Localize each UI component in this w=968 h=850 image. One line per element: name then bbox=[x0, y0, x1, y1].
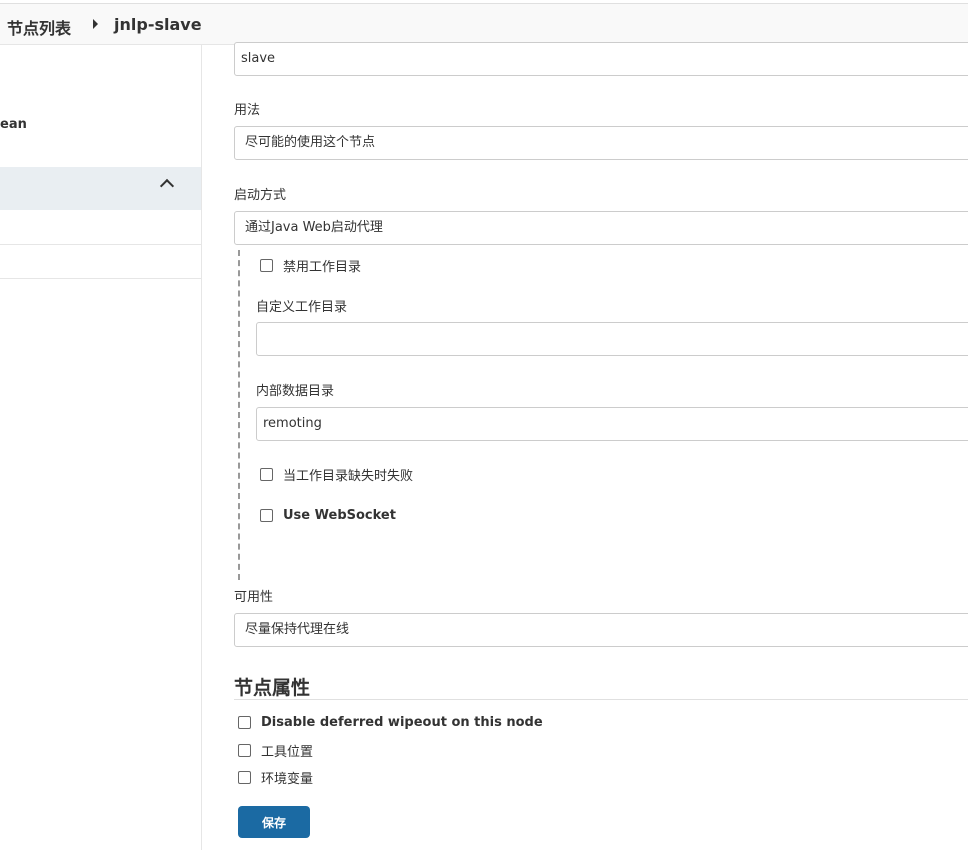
usage-select[interactable]: 尽可能的使用这个节点 bbox=[234, 126, 968, 160]
disable-workdir-option[interactable]: 禁用工作目录 bbox=[260, 256, 361, 275]
sidebar-divider bbox=[0, 244, 201, 245]
node-name-field[interactable]: slave bbox=[234, 42, 968, 76]
tool-locations-label: 工具位置 bbox=[261, 745, 314, 760]
disable-workdir-checkbox[interactable] bbox=[260, 259, 273, 272]
chevron-up-icon[interactable] bbox=[159, 178, 175, 194]
tool-locations-option[interactable]: 工具位置 bbox=[238, 741, 313, 760]
availability-label: 可用性 bbox=[234, 590, 274, 605]
tool-locations-checkbox[interactable] bbox=[238, 744, 251, 757]
sidebar-collapsible-panel[interactable] bbox=[0, 167, 201, 210]
availability-select[interactable]: 尽量保持代理在线 bbox=[234, 613, 968, 647]
node-properties-title: 节点属性 bbox=[234, 677, 311, 699]
chevron-right-icon bbox=[93, 19, 98, 29]
use-websocket-checkbox[interactable] bbox=[260, 509, 273, 522]
custom-workdir-label: 自定义工作目录 bbox=[256, 300, 348, 315]
sidebar-divider bbox=[0, 278, 201, 279]
fail-if-workdir-missing-option[interactable]: 当工作目录缺失时失败 bbox=[260, 465, 413, 484]
breadcrumb: 节点列表 jnlp-slave bbox=[0, 4, 968, 45]
environment-variables-label: 环境变量 bbox=[261, 772, 314, 787]
use-websocket-label: Use WebSocket bbox=[283, 508, 396, 523]
launch-method-select[interactable]: 通过Java Web启动代理 bbox=[234, 211, 968, 245]
internal-data-dir-label: 内部数据目录 bbox=[256, 384, 335, 399]
sidebar-item-label[interactable]: ean bbox=[0, 117, 27, 132]
use-websocket-option[interactable]: Use WebSocket bbox=[260, 508, 396, 523]
breadcrumb-node-list[interactable]: 节点列表 bbox=[7, 15, 71, 39]
disable-workdir-label: 禁用工作目录 bbox=[283, 260, 362, 275]
usage-label: 用法 bbox=[234, 103, 261, 118]
save-button[interactable]: 保存 bbox=[238, 806, 310, 838]
launch-method-label: 启动方式 bbox=[234, 188, 287, 203]
sidebar: ean bbox=[0, 45, 202, 850]
disable-deferred-wipeout-checkbox[interactable] bbox=[238, 716, 251, 729]
section-divider bbox=[234, 699, 968, 700]
breadcrumb-current-node[interactable]: jnlp-slave bbox=[114, 15, 202, 34]
fail-if-workdir-missing-label: 当工作目录缺失时失败 bbox=[283, 469, 414, 484]
disable-deferred-wipeout-option[interactable]: Disable deferred wipeout on this node bbox=[238, 715, 543, 730]
environment-variables-checkbox[interactable] bbox=[238, 771, 251, 784]
internal-data-dir-input[interactable]: remoting bbox=[256, 407, 968, 441]
custom-workdir-input[interactable] bbox=[256, 322, 968, 356]
nested-options-divider bbox=[238, 250, 240, 580]
fail-if-workdir-missing-checkbox[interactable] bbox=[260, 468, 273, 481]
disable-deferred-wipeout-label: Disable deferred wipeout on this node bbox=[261, 715, 543, 730]
environment-variables-option[interactable]: 环境变量 bbox=[238, 768, 313, 787]
